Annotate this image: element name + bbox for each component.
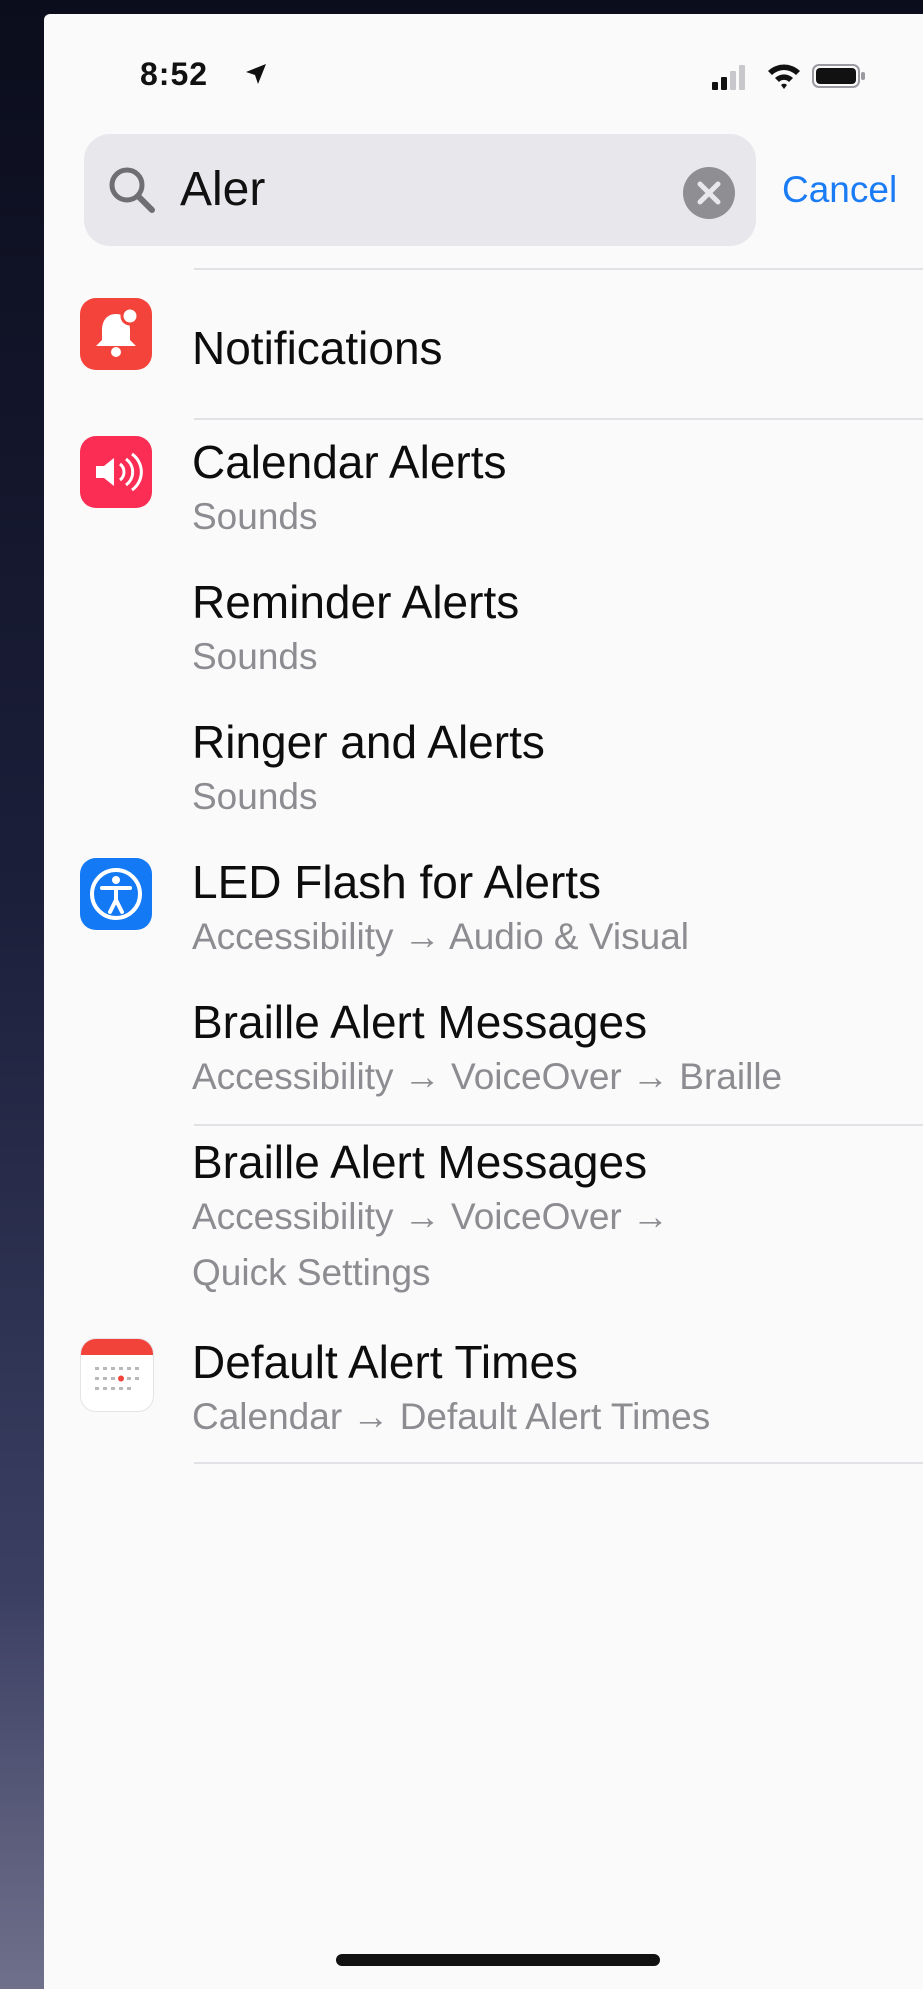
result-subtitle: Sounds xyxy=(192,636,318,677)
search-field[interactable]: Aler xyxy=(84,134,756,246)
result-default-alert-times[interactable]: Default Alert Times Calendar → Default A… xyxy=(44,1324,923,1464)
accessibility-icon xyxy=(80,858,152,930)
result-title: Default Alert Times xyxy=(192,1336,579,1388)
search-icon xyxy=(109,167,155,213)
status-time: 8:52 xyxy=(140,56,209,92)
result-ringer-and-alerts[interactable]: Ringer and Alerts Sounds xyxy=(44,704,923,844)
result-title: Ringer and Alerts xyxy=(192,716,545,768)
cellular-signal-icon xyxy=(712,65,745,90)
result-title: LED Flash for Alerts xyxy=(192,856,602,908)
result-reminder-alerts[interactable]: Reminder Alerts Sounds xyxy=(44,564,923,704)
result-title: Reminder Alerts xyxy=(192,576,520,628)
battery-icon xyxy=(812,64,865,88)
result-braille-alert-messages[interactable]: Braille Alert Messages Accessibility → V… xyxy=(44,984,923,1124)
search-input[interactable]: Aler xyxy=(180,160,265,220)
divider xyxy=(194,1462,923,1464)
result-braille-alert-messages-quick-settings[interactable]: Braille Alert Messages Accessibility → V… xyxy=(44,1126,923,1322)
location-arrow-icon xyxy=(246,64,266,84)
settings-search-screen: 8:52 Aler Cancel Notifications Calendar … xyxy=(44,14,923,1989)
result-subtitle: Accessibility → Audio & Visual xyxy=(192,916,689,957)
result-subtitle: Calendar → Default Alert Times xyxy=(192,1396,711,1437)
result-title: Braille Alert Messages xyxy=(192,1136,648,1188)
divider xyxy=(194,268,923,270)
cancel-button[interactable]: Cancel xyxy=(782,166,897,214)
result-subtitle: Accessibility → VoiceOver → xyxy=(192,1196,670,1237)
calendar-icon xyxy=(80,1338,154,1412)
result-title: Braille Alert Messages xyxy=(192,996,648,1048)
notifications-icon xyxy=(80,298,152,370)
clear-icon[interactable] xyxy=(682,166,736,220)
result-subtitle: Accessibility → VoiceOver → Braille xyxy=(192,1056,783,1097)
result-title: Calendar Alerts xyxy=(192,436,507,488)
result-led-flash-for-alerts[interactable]: LED Flash for Alerts Accessibility → Aud… xyxy=(44,844,923,984)
status-bar: 8:52 xyxy=(44,14,923,134)
result-title: Notifications xyxy=(192,322,443,374)
sounds-icon xyxy=(80,436,152,508)
home-indicator[interactable] xyxy=(336,1954,660,1966)
result-notifications[interactable]: Notifications xyxy=(44,284,923,420)
result-subtitle: Sounds xyxy=(192,776,318,817)
divider xyxy=(194,418,923,420)
result-subtitle: Sounds xyxy=(192,496,318,537)
result-calendar-alerts[interactable]: Calendar Alerts Sounds xyxy=(44,424,923,564)
wifi-icon xyxy=(768,64,800,89)
result-subtitle-line2: Quick Settings xyxy=(192,1252,431,1293)
